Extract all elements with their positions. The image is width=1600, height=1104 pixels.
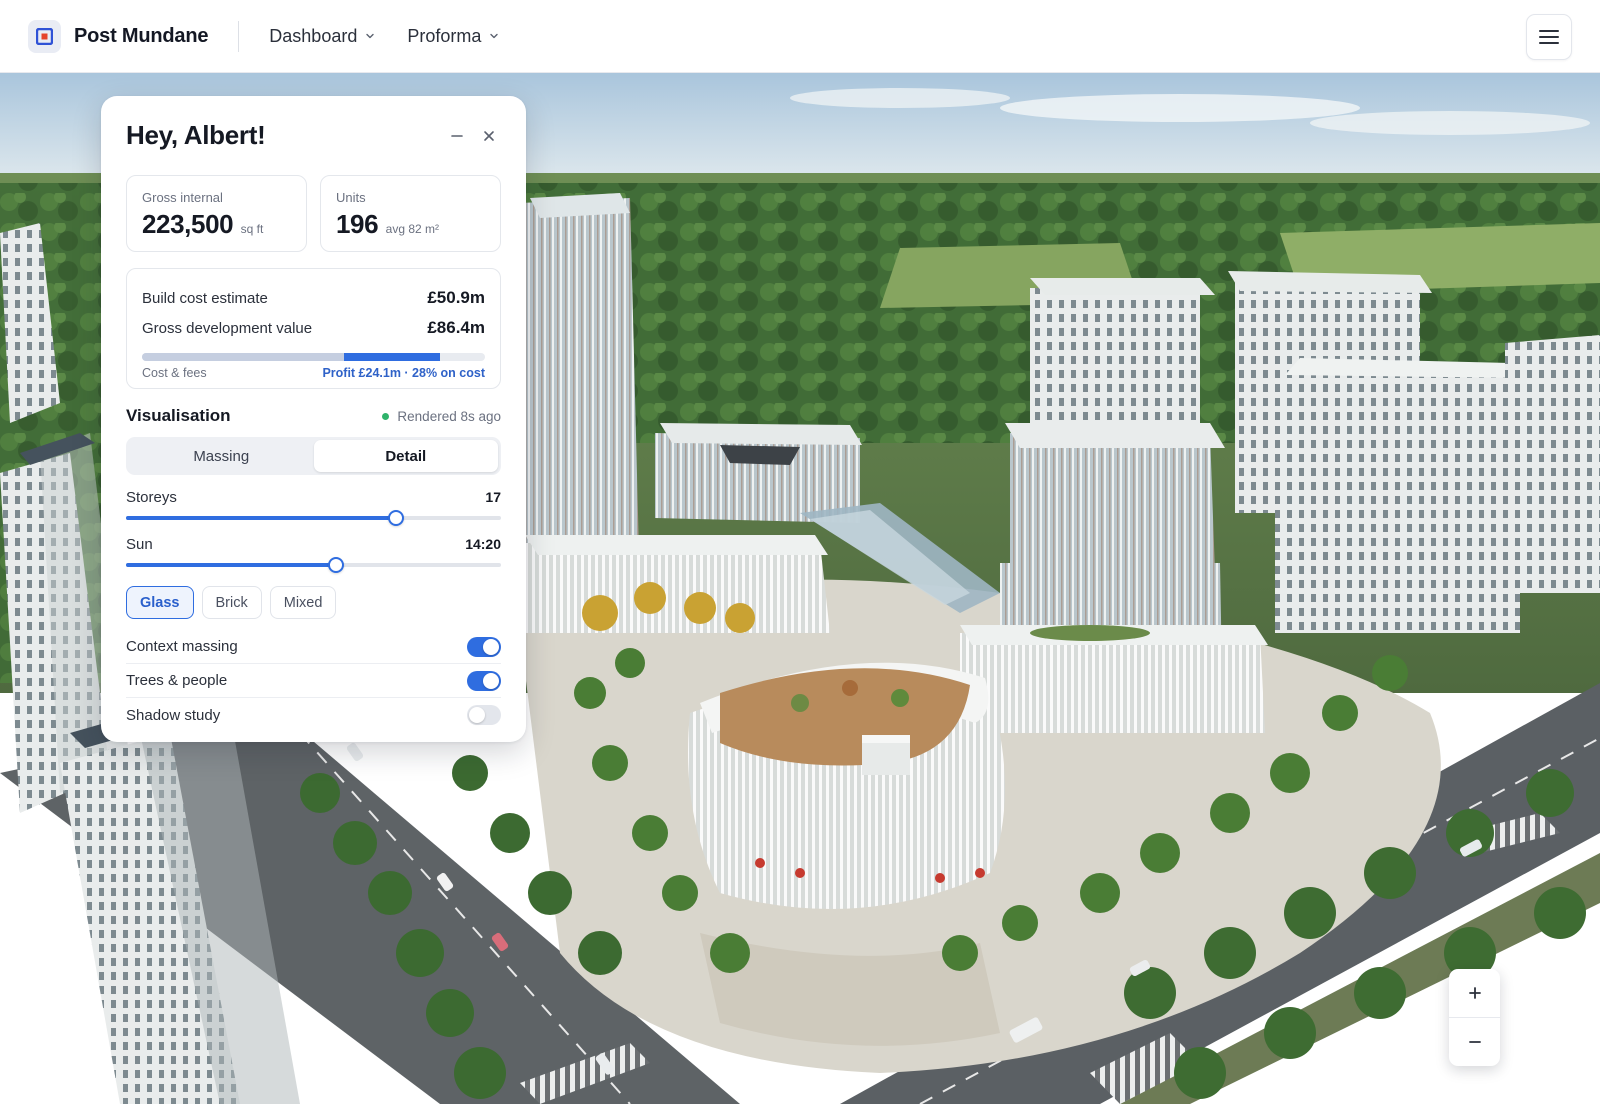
sun-label: Sun bbox=[126, 536, 153, 553]
toggle-row-shadow-study: Shadow study bbox=[126, 698, 501, 732]
gdv-row: Gross development value £86.4m bbox=[142, 313, 485, 343]
stats-row: Gross internal 223,500 sq ft Units 196 a… bbox=[126, 175, 501, 252]
header-divider bbox=[238, 20, 240, 52]
top-bar: Post Mundane Dashboard Proforma bbox=[0, 0, 1600, 73]
stat-unit: avg 82 m² bbox=[385, 222, 439, 236]
shadow-study-switch[interactable] bbox=[467, 705, 501, 725]
storeys-value: 17 bbox=[485, 489, 501, 505]
stat-value-line: 196 avg 82 m² bbox=[336, 209, 485, 240]
switch-knob bbox=[483, 638, 499, 655]
status-dot-icon bbox=[382, 412, 390, 420]
cost-fees-label: Cost & fees bbox=[142, 366, 207, 380]
stat-value: 196 bbox=[336, 209, 379, 239]
cost-segment bbox=[142, 353, 345, 361]
plus-icon bbox=[1468, 987, 1481, 999]
sun-slider-block: Sun 14:20 bbox=[126, 536, 501, 573]
switch-knob bbox=[469, 707, 485, 723]
brand-logo-icon bbox=[28, 19, 61, 53]
context-massing-switch[interactable] bbox=[467, 636, 501, 657]
project-panel: Hey, Albert! Gross internal 223,500 sq f… bbox=[101, 96, 526, 742]
finance-footer: Cost & fees Profit £24.1m · 28% on cost bbox=[142, 366, 485, 380]
build-cost-value: £50.9m bbox=[427, 288, 485, 307]
layer-toggles: Context massing Trees & people Shadow st… bbox=[126, 630, 501, 732]
build-cost-row: Build cost estimate £50.9m bbox=[142, 283, 485, 313]
slider-fill bbox=[126, 516, 396, 520]
mode-massing[interactable]: Massing bbox=[129, 440, 314, 472]
panel-header: Hey, Albert! bbox=[126, 96, 501, 175]
render-status-text: Rendered 8s ago bbox=[397, 408, 501, 424]
stat-unit: sq ft bbox=[240, 222, 264, 236]
brand[interactable]: Post Mundane bbox=[28, 19, 209, 53]
toggle-label: Context massing bbox=[126, 638, 238, 655]
storeys-label: Storeys bbox=[126, 489, 177, 506]
nav-dashboard[interactable]: Dashboard bbox=[269, 26, 375, 47]
nav-proforma-label: Proforma bbox=[407, 25, 482, 46]
stat-label: Units bbox=[336, 190, 366, 205]
storeys-slider-block: Storeys 17 bbox=[126, 489, 501, 526]
cost-profit-bar bbox=[142, 353, 485, 361]
stat-value-line: 223,500 sq ft bbox=[142, 209, 291, 240]
zoom-out-button[interactable] bbox=[1449, 1018, 1500, 1066]
material-brick[interactable]: Brick bbox=[201, 586, 262, 619]
close-icon[interactable] bbox=[477, 124, 501, 148]
switch-knob bbox=[483, 672, 499, 689]
menu-button[interactable] bbox=[1526, 14, 1572, 60]
toggle-label: Trees & people bbox=[126, 672, 228, 689]
minimize-icon[interactable] bbox=[445, 124, 469, 148]
sun-slider[interactable] bbox=[126, 557, 501, 573]
zoom-control bbox=[1449, 969, 1500, 1066]
visualisation-header: Visualisation Rendered 8s ago bbox=[126, 406, 501, 426]
render-status: Rendered 8s ago bbox=[382, 409, 501, 424]
nav-dashboard-label: Dashboard bbox=[269, 25, 358, 46]
sun-slider-thumb[interactable] bbox=[328, 557, 344, 573]
greeting-title: Hey, Albert! bbox=[126, 120, 266, 150]
hamburger-menu-icon bbox=[1539, 30, 1559, 44]
chevron-down-icon bbox=[489, 31, 499, 41]
slider-fill bbox=[126, 563, 336, 567]
minus-icon bbox=[1468, 1041, 1481, 1043]
material-glass[interactable]: Glass bbox=[126, 586, 194, 619]
chevron-down-icon bbox=[365, 31, 375, 41]
material-mixed[interactable]: Mixed bbox=[269, 586, 337, 619]
toggle-row-context-massing: Context massing bbox=[126, 630, 501, 664]
storeys-slider[interactable] bbox=[126, 510, 501, 526]
mode-detail[interactable]: Detail bbox=[313, 440, 498, 472]
profit-segment bbox=[344, 353, 441, 361]
build-cost-label: Build cost estimate bbox=[142, 289, 268, 307]
panel-actions bbox=[437, 124, 501, 148]
brand-name: Post Mundane bbox=[74, 24, 209, 47]
stat-label: Gross internal bbox=[142, 190, 223, 205]
trees-people-switch[interactable] bbox=[467, 670, 501, 691]
storeys-slider-thumb[interactable] bbox=[388, 510, 404, 526]
toggle-row-trees-people: Trees & people bbox=[126, 664, 501, 698]
visualisation-title: Visualisation bbox=[126, 406, 231, 425]
toggle-label: Shadow study bbox=[126, 706, 221, 724]
zoom-in-button[interactable] bbox=[1449, 969, 1500, 1017]
gdv-label: Gross development value bbox=[142, 319, 313, 337]
view-mode-toggle: Massing Detail bbox=[126, 437, 501, 475]
stat-card-units: Units 196 avg 82 m² bbox=[320, 175, 501, 252]
material-chips: Glass Brick Mixed bbox=[126, 586, 501, 619]
nav-proforma[interactable]: Proforma bbox=[407, 26, 499, 47]
gdv-value: £86.4m bbox=[427, 318, 485, 337]
sun-value: 14:20 bbox=[465, 536, 501, 552]
finance-card: Build cost estimate £50.9m Gross develop… bbox=[126, 268, 501, 389]
stat-value: 223,500 bbox=[142, 209, 234, 239]
stat-card-gross-internal: Gross internal 223,500 sq ft bbox=[126, 175, 307, 252]
profit-summary: Profit £24.1m · 28% on cost bbox=[322, 366, 485, 380]
